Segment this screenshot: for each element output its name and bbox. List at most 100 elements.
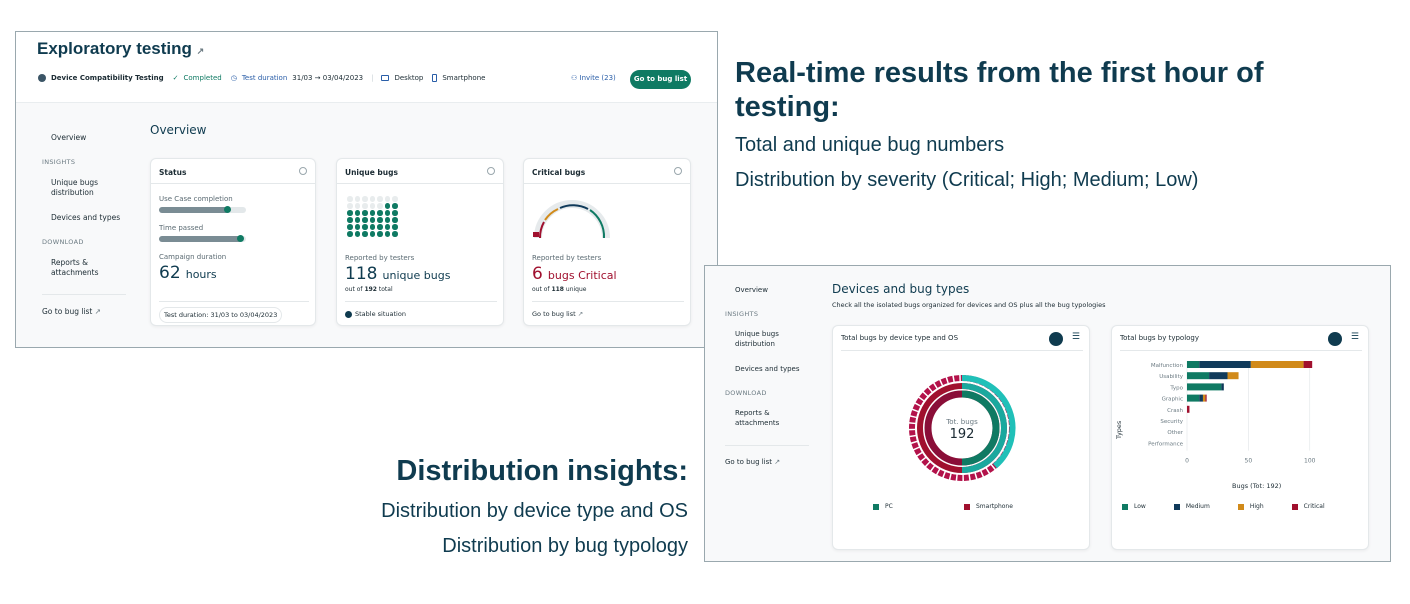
bug-dot <box>377 203 383 209</box>
bar-legend: Low Medium High Critical <box>1122 503 1325 510</box>
campaign-type-icon <box>38 74 46 82</box>
external-link-icon: ↗ <box>774 458 781 466</box>
bar-medium[interactable] <box>1209 372 1228 380</box>
bar-medium[interactable] <box>1199 394 1203 402</box>
duration-label: Test duration <box>241 74 288 82</box>
bar-critical[interactable] <box>1303 361 1313 368</box>
external-link-icon: ↗ <box>577 310 584 318</box>
bar-critical[interactable] <box>1187 405 1190 413</box>
bar-low[interactable] <box>1187 372 1210 380</box>
bar-high[interactable] <box>1250 361 1304 368</box>
unique-bugs-title: Unique bugs <box>345 168 398 177</box>
duration-value: 31/03 → 03/04/2023 <box>292 74 364 82</box>
bug-dot <box>354 203 360 209</box>
bug-dot <box>369 196 375 202</box>
bar-high[interactable] <box>1202 394 1206 402</box>
bug-dot <box>362 210 368 216</box>
bar-low[interactable] <box>1187 361 1200 368</box>
bar-low[interactable] <box>1187 383 1222 391</box>
bug-dot <box>384 217 390 223</box>
external-link-icon[interactable]: ↗ <box>197 46 205 56</box>
smartphone-icon <box>432 74 438 82</box>
realtime-line-2: Distribution by severity (Critical; High… <box>735 169 1199 191</box>
donut-center-label: Tot. bugs <box>946 418 978 426</box>
sidebar-item-overview[interactable]: Overview <box>51 133 86 143</box>
bug-dot <box>347 217 353 223</box>
category-label: Performance <box>1148 441 1183 447</box>
critical-go-bug-list[interactable]: Go to bug list ↗ <box>532 310 583 318</box>
sidebar-divider <box>725 445 809 446</box>
image-icon[interactable] <box>1328 332 1342 346</box>
legend-item-critical: Critical <box>1291 503 1325 510</box>
image-icon[interactable] <box>1049 332 1063 346</box>
bar-low[interactable] <box>1187 394 1200 402</box>
sidebar-go-bug-list[interactable]: Go to bug list ↗ <box>42 307 101 317</box>
legend-item-pc: PC <box>873 503 893 510</box>
sidebar-item-reports[interactable]: Reports & attachments <box>51 258 111 278</box>
bug-dot <box>369 224 375 230</box>
bar-critical[interactable] <box>1205 394 1207 402</box>
clock-icon: ◷ <box>230 74 237 82</box>
sidebar-divider <box>42 294 126 295</box>
distribution-line-1: Distribution by device type and OS <box>381 500 688 522</box>
legend-item-high: High <box>1237 503 1264 510</box>
bug-dot <box>362 196 368 202</box>
bug-dot <box>347 196 353 202</box>
donut-center-value: 192 <box>949 427 975 442</box>
status-card-title: Status <box>159 168 187 177</box>
list-icon[interactable]: ☰ <box>1351 332 1359 342</box>
bug-dot <box>384 231 390 237</box>
bar-medium[interactable] <box>1221 383 1224 391</box>
bug-dot <box>384 196 390 202</box>
info-icon[interactable] <box>299 167 307 175</box>
section-title-devices: Devices and bug types <box>832 282 970 296</box>
sidebar-item-devices[interactable]: Devices and types <box>735 364 800 374</box>
test-duration-badge: Test duration: 31/03 to 03/04/2023 <box>159 307 283 323</box>
sidebar-go-bug-list[interactable]: Go to bug list ↗ <box>725 457 780 467</box>
realtime-line-1: Total and unique bug numbers <box>735 134 1005 156</box>
bug-dot <box>392 210 398 216</box>
sidebar-item-reports[interactable]: Reports & attachments <box>735 408 795 428</box>
category-label: Usability <box>1159 374 1183 380</box>
typology-bar-chart: 0 50 100 Malfunction Usability Typo Graphic Cra… <box>1148 361 1316 465</box>
bug-dot <box>377 224 383 230</box>
card-divider <box>337 183 503 184</box>
bug-dot <box>354 231 360 237</box>
category-label: Security <box>1160 419 1183 425</box>
sidebar-item-overview[interactable]: Overview <box>735 285 768 295</box>
bug-dot <box>362 203 368 209</box>
sidebar-item-devices[interactable]: Devices and types <box>51 213 120 223</box>
legend-swatch <box>964 503 970 510</box>
distribution-line-2: Distribution by bug typology <box>442 535 688 557</box>
bug-dot <box>354 224 360 230</box>
invite-link[interactable]: ⚇ Invite (23) <box>571 74 616 82</box>
unique-bugs-dot-grid <box>347 196 398 237</box>
legend-swatch <box>873 503 879 510</box>
sidebar-item-unique-bugs[interactable]: Unique bugs distribution <box>735 329 795 349</box>
legend-item-medium: Medium <box>1173 503 1210 510</box>
list-icon[interactable]: ☰ <box>1072 332 1080 342</box>
status-completed: Completed <box>183 74 222 82</box>
external-link-icon: ↗ <box>94 307 102 316</box>
bar-high[interactable] <box>1227 372 1239 380</box>
card-divider <box>524 183 690 184</box>
card-divider <box>1120 350 1362 351</box>
sidebar-head-insights: INSIGHTS <box>42 158 76 166</box>
critical-bugs-card: Critical bugs Reported by testers 6 bugs… <box>523 158 691 326</box>
bar-medium[interactable] <box>1199 361 1251 368</box>
sidebar-item-unique-bugs[interactable]: Unique bugs distribution <box>51 178 111 198</box>
unique-bugs-sub: out of 192 total <box>345 286 393 293</box>
bug-dot <box>377 231 383 237</box>
card-divider <box>151 183 315 184</box>
category-label: Malfunction <box>1151 363 1184 369</box>
info-icon[interactable] <box>487 167 495 175</box>
bug-dot <box>377 196 383 202</box>
card-divider <box>345 301 497 302</box>
section-subtitle: Check all the isolated bugs organized fo… <box>832 301 1106 309</box>
distribution-heading: Distribution insights: <box>396 455 688 487</box>
go-to-bug-list-button[interactable]: Go to bug list <box>630 70 691 89</box>
bug-dot <box>347 210 353 216</box>
bug-dot <box>384 210 390 216</box>
info-icon[interactable] <box>674 167 682 175</box>
bug-dot <box>354 210 360 216</box>
